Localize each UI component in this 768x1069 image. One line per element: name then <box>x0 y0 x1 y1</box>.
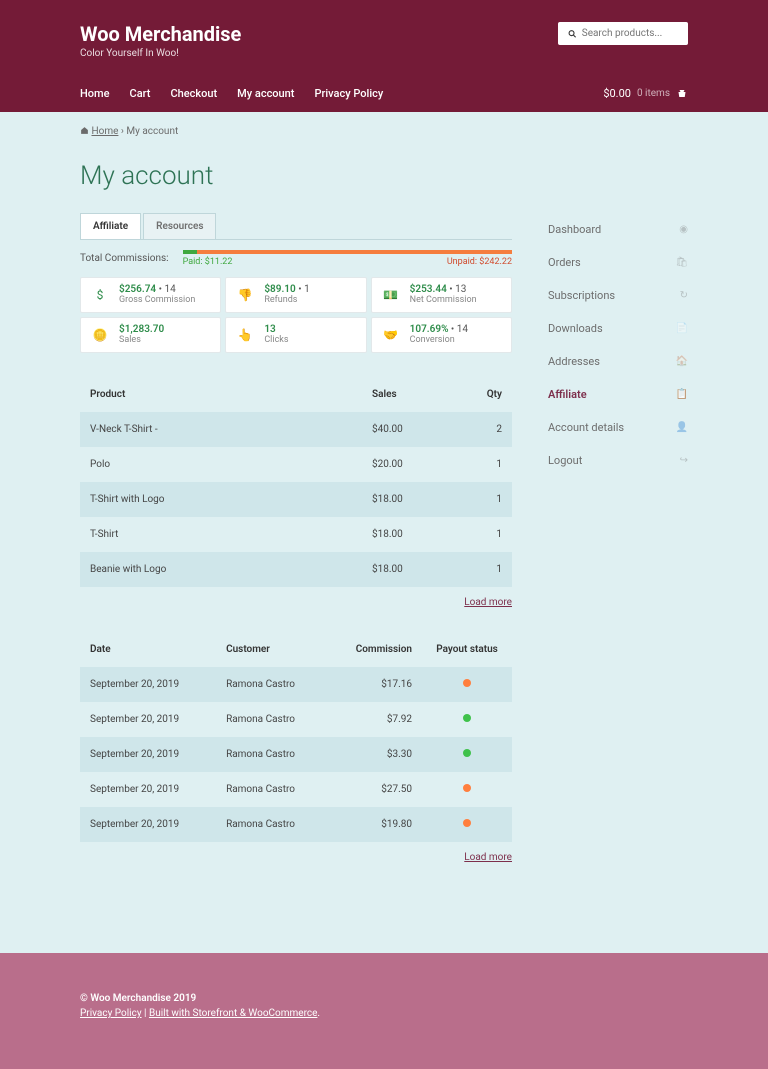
sidebar-orders[interactable]: Orders🛍 <box>548 246 688 279</box>
nav-my-account[interactable]: My account <box>237 87 294 100</box>
basket-icon: 🛍 <box>675 257 688 268</box>
table-row: Polo$20.001 <box>80 447 512 482</box>
tab-affiliate[interactable]: Affiliate <box>80 213 141 239</box>
dollar-icon: $ <box>89 284 111 306</box>
bar-unpaid <box>197 250 512 254</box>
col-commission: Commission <box>327 632 422 667</box>
search-input[interactable] <box>582 28 678 39</box>
user-icon: 👤 <box>676 422 688 433</box>
sidebar-downloads[interactable]: Downloads📄 <box>548 312 688 345</box>
brand-title: Woo Merchandise <box>80 22 241 46</box>
table-row: September 20, 2019Ramona Castro$3.30 <box>80 737 512 772</box>
refresh-icon: ↻ <box>680 290 688 301</box>
commissions-bar: Paid: $11.22 Unpaid: $242.22 <box>183 250 512 267</box>
gauge-icon: ◉ <box>679 224 688 235</box>
bar-paid <box>183 250 197 254</box>
status-dot <box>463 679 471 687</box>
search-box[interactable] <box>558 22 688 45</box>
nav-cart[interactable]: Cart <box>130 87 151 100</box>
stat-conversion: 🤝 107.69% • 14Conversion <box>371 317 512 353</box>
table-row: V-Neck T-Shirt -$40.002 <box>80 412 512 447</box>
paid-amount: Paid: $11.22 <box>183 257 233 267</box>
footer-privacy[interactable]: Privacy Policy <box>80 1008 142 1019</box>
table-row: T-Shirt with Logo$18.001 <box>80 482 512 517</box>
nav-checkout[interactable]: Checkout <box>170 87 217 100</box>
stat-refunds: 👎 $89.10 • 1Refunds <box>225 277 366 313</box>
home-icon: 🏠 <box>676 356 688 367</box>
sidebar-addresses[interactable]: Addresses🏠 <box>548 345 688 378</box>
thumbs-down-icon: 👎 <box>234 284 256 306</box>
sidebar-subscriptions[interactable]: Subscriptions↻ <box>548 279 688 312</box>
col-qty: Qty <box>452 377 512 412</box>
table-row: September 20, 2019Ramona Castro$19.80 <box>80 807 512 842</box>
nav-privacy[interactable]: Privacy Policy <box>314 87 383 100</box>
table-row: Beanie with Logo$18.001 <box>80 552 512 587</box>
col-customer: Customer <box>216 632 327 667</box>
page-title: My account <box>80 161 688 191</box>
logout-icon: ↪ <box>680 455 688 466</box>
cart-amount: $0.00 <box>603 87 631 100</box>
sidebar-logout[interactable]: Logout↪ <box>548 444 688 477</box>
nav-home[interactable]: Home <box>80 87 110 100</box>
footer-copyright: © Woo Merchandise 2019 <box>80 993 688 1004</box>
stat-net-commission: 💵 $253.44 • 13Net Commission <box>371 277 512 313</box>
stat-sales: 🪙 $1,283.70Sales <box>80 317 221 353</box>
status-dot <box>463 819 471 827</box>
handshake-icon: 🤝 <box>380 324 402 346</box>
clipboard-icon: 📋 <box>676 389 688 400</box>
sidebar-account-details[interactable]: Account details👤 <box>548 411 688 444</box>
products-table: Product Sales Qty V-Neck T-Shirt -$40.00… <box>80 377 512 587</box>
commissions-table: Date Customer Commission Payout status S… <box>80 632 512 842</box>
status-dot <box>463 714 471 722</box>
status-dot <box>463 784 471 792</box>
home-icon <box>80 126 89 135</box>
breadcrumb-current: My account <box>126 126 178 137</box>
coins-icon: 🪙 <box>89 324 111 346</box>
cart-summary[interactable]: $0.00 0 items <box>603 87 688 100</box>
breadcrumb-home[interactable]: Home <box>91 126 118 137</box>
col-date: Date <box>80 632 216 667</box>
table-row: September 20, 2019Ramona Castro$27.50 <box>80 772 512 807</box>
sidebar-dashboard[interactable]: Dashboard◉ <box>548 213 688 246</box>
status-dot <box>463 749 471 757</box>
brand[interactable]: Woo Merchandise Color Yourself In Woo! <box>80 22 241 59</box>
total-commissions-label: Total Commissions: <box>80 253 169 264</box>
col-sales: Sales <box>362 377 452 412</box>
tab-resources[interactable]: Resources <box>143 213 216 239</box>
breadcrumb: Home › My account <box>80 126 688 137</box>
file-icon: 📄 <box>676 323 688 334</box>
cart-items: 0 items <box>637 88 670 99</box>
table-row: September 20, 2019Ramona Castro$7.92 <box>80 702 512 737</box>
commissions-load-more[interactable]: Load more <box>464 852 512 863</box>
footer-built-with[interactable]: Built with Storefront & WooCommerce <box>149 1008 317 1019</box>
table-row: T-Shirt$18.001 <box>80 517 512 552</box>
products-load-more[interactable]: Load more <box>464 597 512 608</box>
basket-icon <box>676 88 688 100</box>
brand-tagline: Color Yourself In Woo! <box>80 48 241 59</box>
col-product: Product <box>80 377 362 412</box>
pointer-icon: 👆 <box>234 324 256 346</box>
col-payout-status: Payout status <box>422 632 512 667</box>
unpaid-amount: Unpaid: $242.22 <box>447 257 512 267</box>
hand-dollar-icon: 💵 <box>380 284 402 306</box>
search-icon <box>568 29 577 39</box>
stat-gross-commission: $ $256.74 • 14Gross Commission <box>80 277 221 313</box>
table-row: September 20, 2019Ramona Castro$17.16 <box>80 667 512 702</box>
stat-clicks: 👆 13Clicks <box>225 317 366 353</box>
sidebar-affiliate[interactable]: Affiliate📋 <box>548 378 688 411</box>
